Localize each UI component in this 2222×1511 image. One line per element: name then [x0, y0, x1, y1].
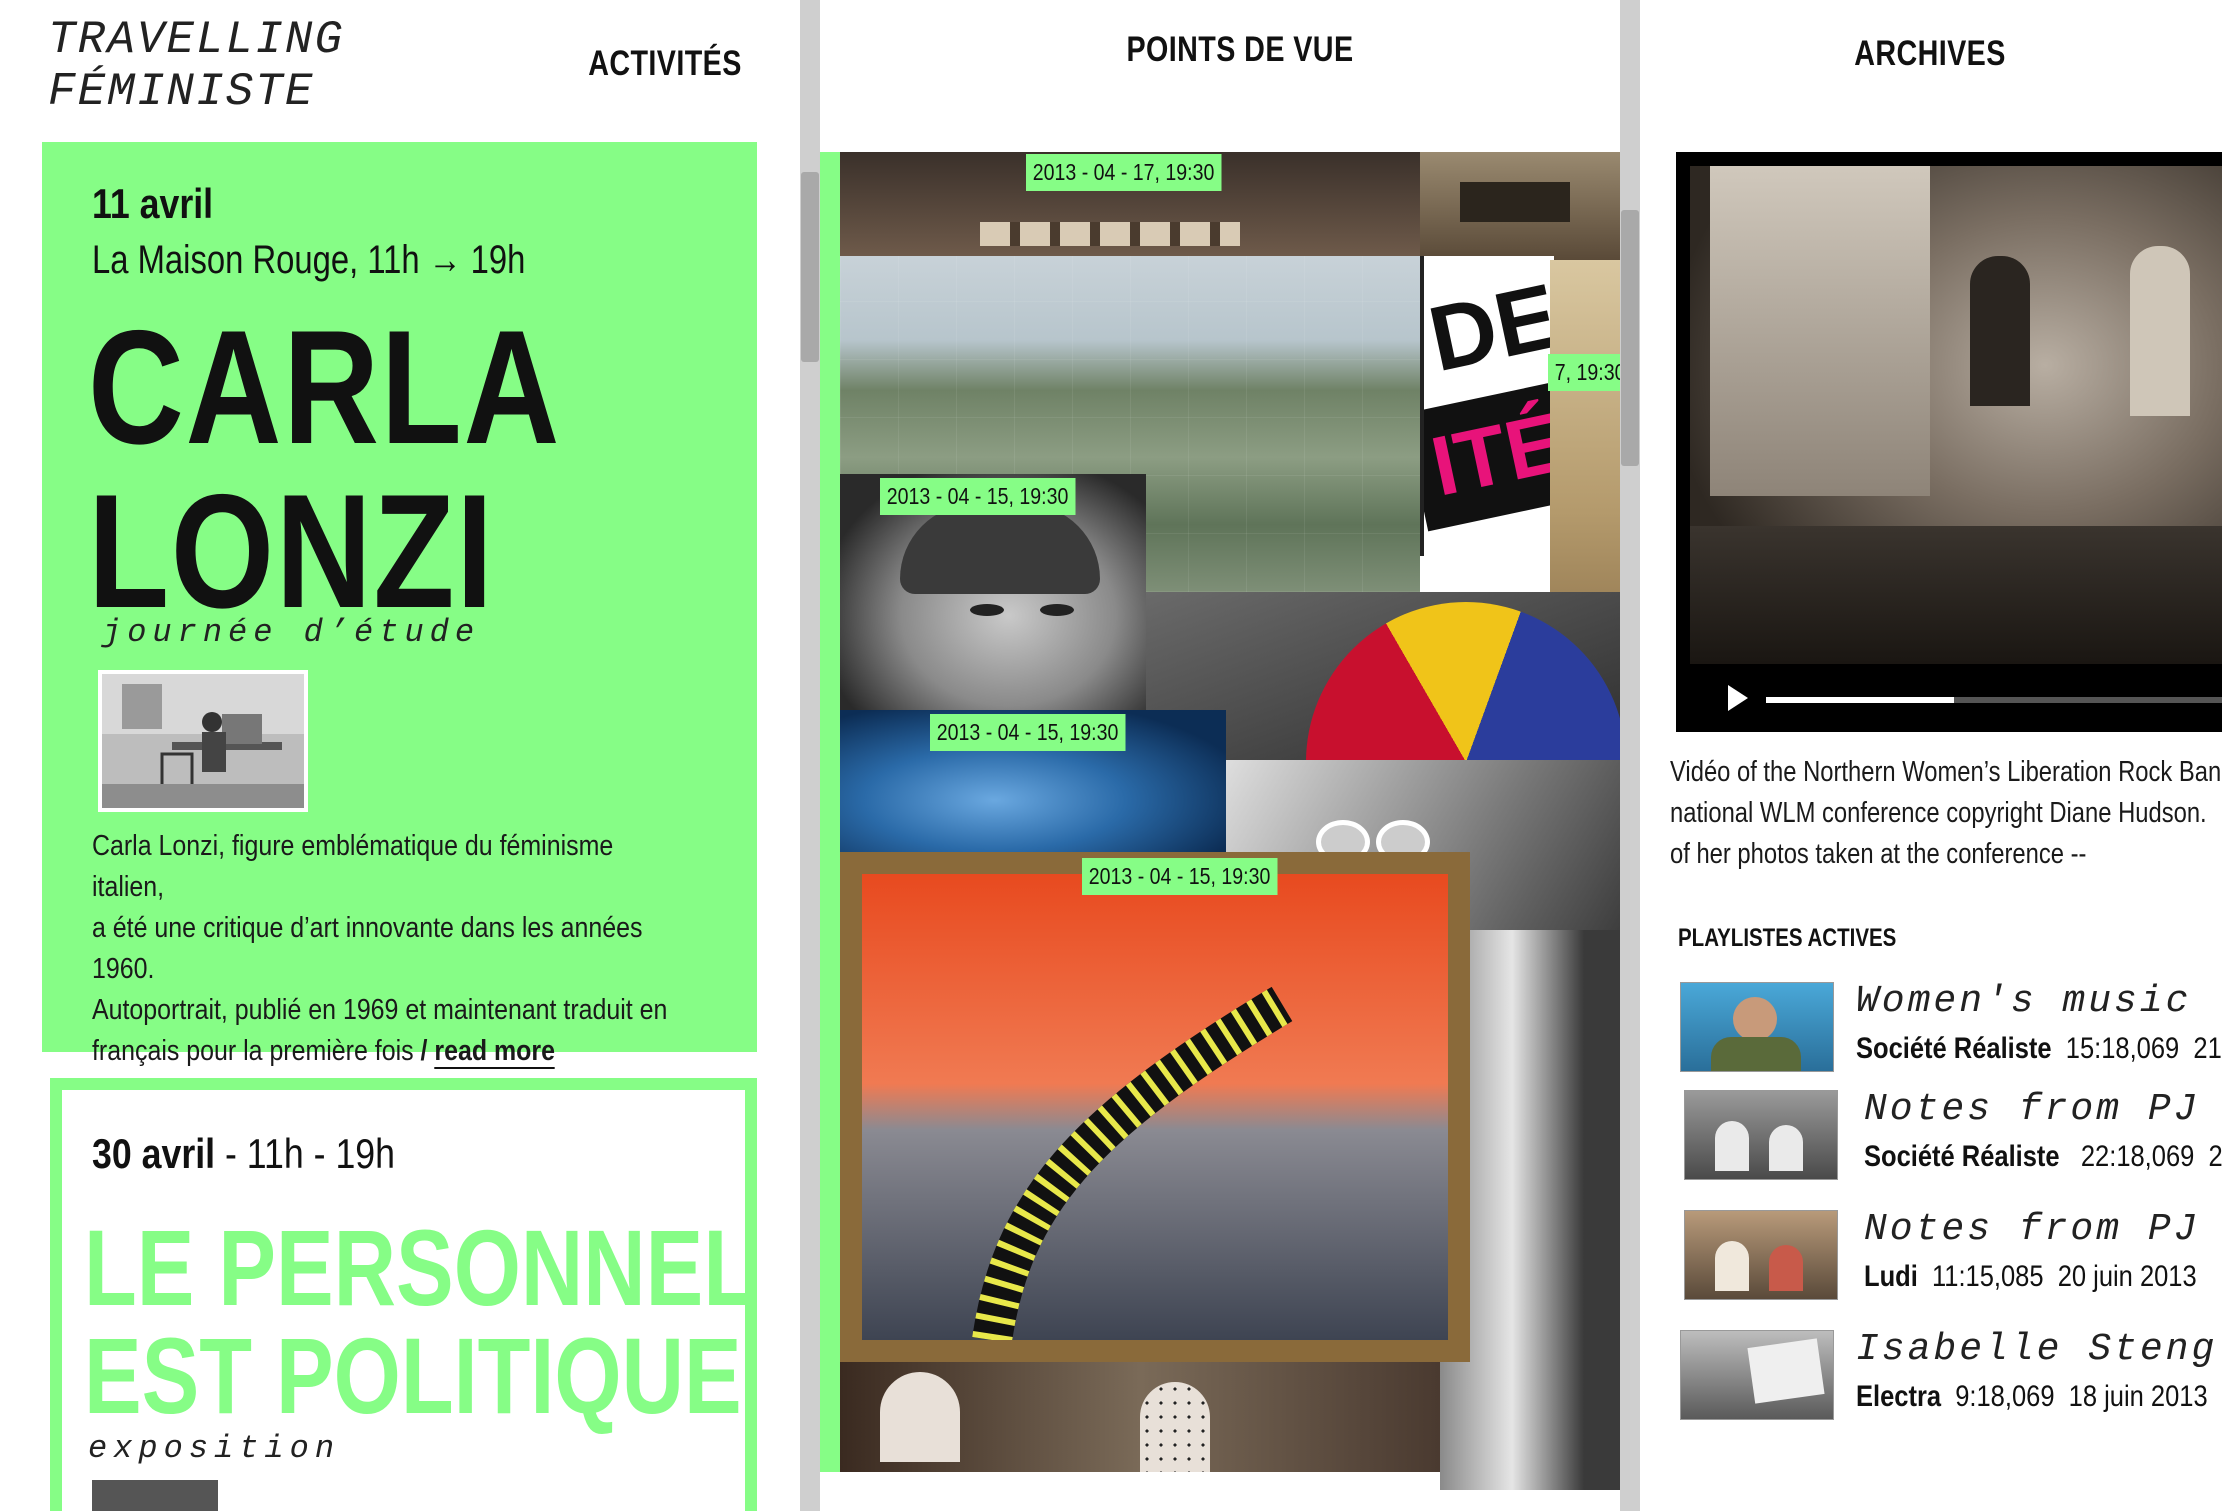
video-frame: [1690, 166, 2222, 664]
points-de-vue-column: POINTS DE VUE DE ITÉ 2013 - 04 - 17, 19:…: [820, 0, 1620, 1511]
playlist-title[interactable]: Notes from PJ: [1864, 1088, 2199, 1131]
read-more-link[interactable]: read more: [434, 1035, 555, 1069]
playlist-meta: Electra 9:18,069 18 juin 2013: [1856, 1380, 2208, 1413]
video-progress-fill: [1766, 697, 1954, 703]
event-title-line1: CARLA: [88, 297, 562, 478]
event-venue: La Maison Rouge, 11h → 19h: [92, 238, 526, 282]
green-rule: [820, 152, 840, 1472]
event-photo[interactable]: [98, 670, 308, 812]
playlist-title[interactable]: Isabelle Steng: [1856, 1328, 2217, 1371]
event-date-line: 30 avril - 11h - 19h: [92, 1130, 396, 1177]
timestamp-badge[interactable]: 2013 - 04 - 17, 19:30: [1026, 154, 1222, 191]
playlist-meta: Ludi 11:15,085 20 juin 2013: [1864, 1260, 2197, 1293]
play-icon[interactable]: [1728, 685, 1748, 711]
playlist-meta: Société Réaliste 22:18,069 2: [1864, 1140, 2222, 1173]
playlist-item[interactable]: Notes from PJ Société Réaliste 22:18,069…: [1680, 1088, 2222, 1190]
event-card-personnel-politique[interactable]: 30 avril - 11h - 19h LE PERSONNEL EST PO…: [50, 1078, 757, 1511]
nav-activites[interactable]: ACTIVITÉS: [579, 44, 751, 84]
playlist-item[interactable]: Isabelle Steng Electra 9:18,069 18 juin …: [1680, 1328, 2222, 1430]
playlist-thumbnail: [1684, 1090, 1838, 1180]
event-card-carla-lonzi[interactable]: 11 avril La Maison Rouge, 11h → 19h CARL…: [42, 142, 757, 1069]
timestamp-badge[interactable]: 2013 - 04 - 15, 19:30: [930, 714, 1126, 751]
timestamp-badge[interactable]: 2013 - 04 - 15, 19:30: [1082, 858, 1278, 895]
site-logo[interactable]: TRAVELLING FÉMINISTE: [48, 14, 344, 118]
activites-column: TRAVELLING FÉMINISTE ACTIVITÉS 11 avril …: [0, 0, 800, 1511]
timestamp-badge[interactable]: 2013 - 04 - 15, 19:30: [880, 478, 1076, 515]
playlist-title[interactable]: Women's music l: [1856, 980, 2222, 1023]
painting-railway-icon: [862, 874, 1448, 1343]
scrollbar-activites[interactable]: [800, 0, 820, 1511]
scrollbar-thumb[interactable]: [1621, 210, 1639, 466]
video-tile-dancers[interactable]: [840, 1362, 1440, 1472]
playlist-thumbnail: [1680, 1330, 1834, 1420]
archive-video-player[interactable]: [1676, 152, 2222, 732]
timestamp-badge[interactable]: 7, 19:30: [1548, 354, 1620, 391]
event-description: Carla Lonzi, figure emblématique du fémi…: [92, 830, 668, 1069]
scrollbar-thumb[interactable]: [801, 172, 819, 362]
video-caption: Vidéo of the Northern Women’s Liberation…: [1670, 756, 2222, 870]
poster-word-1: DE: [1420, 264, 1554, 392]
nav-points-de-vue[interactable]: POINTS DE VUE: [1117, 30, 1363, 70]
event-kind: exposition: [88, 1430, 341, 1467]
playlist-thumbnail: [1684, 1210, 1838, 1300]
office-photo-icon: [102, 674, 304, 808]
playlists-heading: PLAYLISTES ACTIVES: [1678, 924, 1897, 952]
video-tile-painting[interactable]: [840, 852, 1470, 1362]
video-tile-protest-poster[interactable]: DE ITÉ: [1420, 256, 1554, 556]
event-kind: journée d’étude: [102, 614, 481, 651]
event-title-line1: LE PERSONNEL: [84, 1207, 757, 1328]
playlist-item[interactable]: Notes from PJ Ludi 11:15,085 20 juin 201…: [1680, 1208, 2222, 1310]
event-photo[interactable]: [92, 1480, 218, 1511]
playlist-title[interactable]: Notes from PJ: [1864, 1208, 2199, 1251]
event-title-line2: EST POLITIQUE: [84, 1315, 742, 1436]
playlist-meta: Société Réaliste 15:18,069 21: [1856, 1032, 2222, 1065]
video-tile-street-sign[interactable]: [1420, 152, 1620, 260]
event-date: 11 avril: [92, 180, 214, 227]
scrollbar-points-de-vue[interactable]: [1620, 0, 1640, 1511]
video-progress-bar[interactable]: [1766, 697, 2222, 703]
playlist-thumbnail: [1680, 982, 1834, 1072]
nav-archives[interactable]: ARCHIVES: [1840, 34, 2020, 74]
playlist-item[interactable]: Women's music l Société Réaliste 15:18,0…: [1680, 980, 2222, 1082]
event-title-line2: LONZI: [88, 461, 495, 642]
